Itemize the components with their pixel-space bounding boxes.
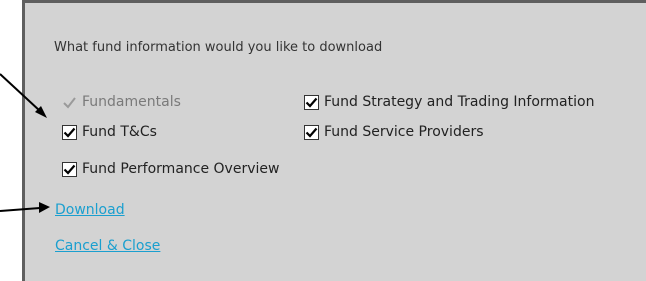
checkmark-icon <box>304 94 319 110</box>
checkbox-fund-performance-overview[interactable]: Fund Performance Overview <box>62 161 279 177</box>
checkbox-fund-strategy-label: Fund Strategy and Trading Information <box>324 94 595 110</box>
checkbox-fund-performance-overview-box[interactable] <box>62 161 77 177</box>
checkbox-fund-performance-overview-label: Fund Performance Overview <box>82 161 280 177</box>
checkbox-fund-tcs-label: Fund T&Cs <box>82 124 157 140</box>
checkmark-icon <box>304 124 319 140</box>
checkbox-fund-strategy[interactable]: Fund Strategy and Trading Information <box>304 94 594 110</box>
download-dialog: What fund information would you like to … <box>22 0 646 281</box>
dialog-question: What fund information would you like to … <box>54 40 383 55</box>
checkbox-fund-service-providers-label: Fund Service Providers <box>324 124 484 140</box>
checkbox-fund-service-providers-box[interactable] <box>304 124 319 140</box>
cancel-close-link[interactable]: Cancel & Close <box>55 238 160 254</box>
checkbox-fund-tcs-box[interactable] <box>62 124 77 140</box>
screenshot-stage: What fund information would you like to … <box>0 0 646 281</box>
checkmark-icon <box>62 124 77 140</box>
checkbox-fund-tcs[interactable]: Fund T&Cs <box>62 124 157 140</box>
checkmark-icon <box>63 96 76 109</box>
checkbox-fundamentals-box[interactable] <box>62 95 77 110</box>
download-link[interactable]: Download <box>55 202 125 218</box>
checkbox-fundamentals[interactable]: Fundamentals <box>62 94 181 110</box>
checkmark-icon <box>62 161 77 177</box>
checkbox-fundamentals-label: Fundamentals <box>82 94 181 110</box>
checkbox-fund-service-providers[interactable]: Fund Service Providers <box>304 124 484 140</box>
checkbox-fund-strategy-box[interactable] <box>304 94 319 110</box>
